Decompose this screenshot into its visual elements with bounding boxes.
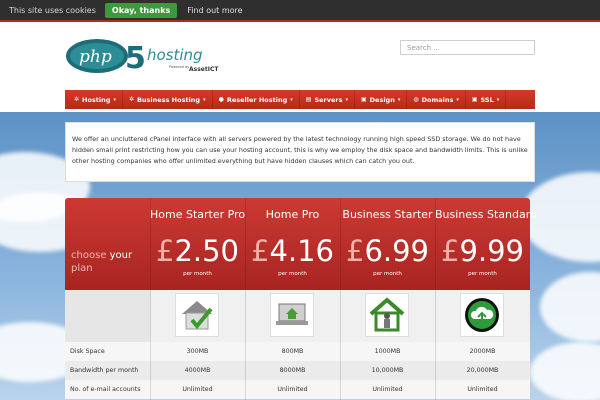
feature-value: Unlimited	[277, 386, 308, 393]
cookie-find-out-more-link[interactable]: Find out more	[187, 6, 242, 15]
feature-value: Unlimited	[467, 386, 498, 393]
nav-item-ssl[interactable]: ▣ SSL ▾	[466, 90, 507, 109]
nav-item-label: Hosting	[82, 95, 111, 104]
feature-value: 10,000MB	[371, 367, 404, 374]
users-icon: ●	[218, 96, 224, 103]
price-amount: 9.99	[459, 234, 525, 268]
per-month-label: per month	[468, 271, 497, 277]
feature-row: Disk Space 300MB 800MB 1000MB 2000MB	[65, 342, 530, 361]
house-check-icon	[175, 293, 219, 337]
feature-value: 20,000MB	[466, 367, 499, 374]
cloud-upload-icon	[460, 293, 504, 337]
pricing-table: choose your plan Home Starter Pro £2.50 pe…	[65, 198, 538, 400]
feature-value: Unlimited	[182, 386, 213, 393]
feature-value: 4000MB	[184, 367, 211, 374]
caret-down-icon: ▾	[345, 96, 348, 103]
per-month-label: per month	[278, 271, 307, 277]
plan-price-business-standard: £9.99	[435, 235, 530, 267]
plan-word: plan	[71, 263, 93, 274]
plan-price-home-starter-pro: £2.50	[150, 235, 245, 267]
choose-your-plan-label: choose your plan	[71, 249, 132, 275]
nav-item-label: Design	[369, 95, 395, 104]
logo-five-text: 5	[125, 41, 146, 76]
feature-value: 2000MB	[469, 348, 496, 355]
cloud-decoration	[540, 272, 600, 342]
price-amount: 6.99	[364, 234, 430, 268]
feature-label: Disk Space	[70, 348, 105, 355]
search-input[interactable]	[400, 40, 535, 55]
caret-down-icon: ▾	[397, 96, 401, 103]
nav-item-hosting[interactable]: ✲ Hosting ▾	[68, 90, 123, 109]
column-divider	[435, 198, 436, 400]
cookie-accept-button[interactable]: Okay, thanks	[104, 2, 178, 18]
feature-label: Bandwidth per month	[70, 367, 139, 374]
nav-item-servers[interactable]: ▤ Servers ▾	[300, 90, 355, 109]
server-icon: ▤	[305, 96, 312, 103]
caret-down-icon: ▾	[456, 96, 459, 103]
feature-value: 800MB	[281, 348, 304, 355]
caret-down-icon: ▾	[496, 96, 500, 103]
caret-down-icon: ▾	[203, 96, 206, 103]
logo-powered-text: Powered by	[169, 65, 189, 69]
plan-name-home-starter-pro: Home Starter Pro	[150, 208, 246, 221]
nav-item-design[interactable]: ▣ Design ▾	[355, 90, 408, 109]
column-divider	[340, 198, 341, 400]
nav-item-domains[interactable]: ◍ Domains ▾	[407, 90, 466, 109]
feature-value: 300MB	[186, 348, 209, 355]
nav-item-label: Domains	[421, 95, 454, 104]
nav-item-label: Servers	[314, 95, 343, 104]
image-icon: ▣	[360, 96, 367, 103]
nav-wrapper: ✲ Hosting ▾ ✲ Business Hosting ▾ ● Reseller Hos…	[0, 86, 600, 112]
lock-icon: ▣	[471, 96, 478, 103]
currency-symbol: £	[345, 234, 365, 268]
plan-price-business-starter: £6.99	[340, 235, 435, 267]
plan-name-business-standard: Business Standard	[435, 208, 538, 221]
cloud-decoration	[530, 342, 600, 400]
main-nav: ✲ Hosting ▾ ✲ Business Hosting ▾ ● Reseller Hos…	[65, 90, 535, 109]
laptop-house-icon	[270, 293, 314, 337]
site-header: php 5 hosting Powered by AssetICT	[0, 20, 600, 86]
gears-icon: ✲	[128, 96, 134, 103]
logo-hosting-text: hosting	[147, 46, 203, 64]
plan-price-home-pro: £4.16	[245, 235, 340, 267]
feature-label: No. of e-mail accounts	[70, 386, 141, 393]
currency-symbol: £	[250, 234, 270, 268]
price-amount: 2.50	[174, 234, 240, 268]
per-month-label: per month	[373, 271, 402, 277]
currency-symbol: £	[155, 234, 175, 268]
caret-down-icon: ▾	[290, 96, 293, 103]
choose-word: choose	[71, 250, 107, 261]
currency-symbol: £	[440, 234, 460, 268]
feature-row: No. of e-mail accounts Unlimited Unlimited…	[65, 380, 530, 399]
feature-value: 8000MB	[279, 367, 306, 374]
feature-value: 1000MB	[374, 348, 401, 355]
logo-php-text: php	[79, 47, 112, 67]
nav-item-business-hosting[interactable]: ✲ Business Hosting ▾	[123, 90, 213, 109]
nav-item-label: Business Hosting	[136, 95, 201, 104]
cookie-message: This site uses cookies	[9, 5, 96, 15]
per-month-label: per month	[183, 271, 212, 277]
caret-down-icon: ▾	[113, 96, 116, 103]
feature-value: Unlimited	[372, 386, 403, 393]
price-amount: 4.16	[269, 234, 335, 268]
cookie-bar: This site uses cookies Okay, thanks Find…	[0, 0, 600, 20]
house-person-icon	[365, 293, 409, 337]
plan-icons-label-cell	[65, 290, 150, 342]
plan-name-business-starter: Business Starter	[342, 208, 433, 221]
gear-icon: ✲	[74, 96, 80, 103]
your-word: your	[109, 250, 133, 261]
feature-row: Bandwidth per month 4000MB 8000MB 10,000MB 2…	[65, 361, 530, 380]
site-logo[interactable]: php 5 hosting Powered by AssetICT	[65, 34, 225, 78]
nav-item-reseller-hosting[interactable]: ● Reseller Hosting ▾	[213, 90, 300, 109]
column-divider	[245, 198, 246, 400]
logo-brand-text: AssetICT	[189, 66, 219, 73]
globe-icon: ◍	[413, 96, 419, 103]
nav-item-label: Reseller Hosting	[226, 95, 288, 104]
plan-name-home-pro: Home Pro	[265, 208, 320, 221]
intro-text-box: We offer an uncluttered cPanel interface…	[65, 122, 535, 182]
column-divider	[150, 198, 151, 400]
nav-item-label: SSL	[480, 95, 494, 104]
